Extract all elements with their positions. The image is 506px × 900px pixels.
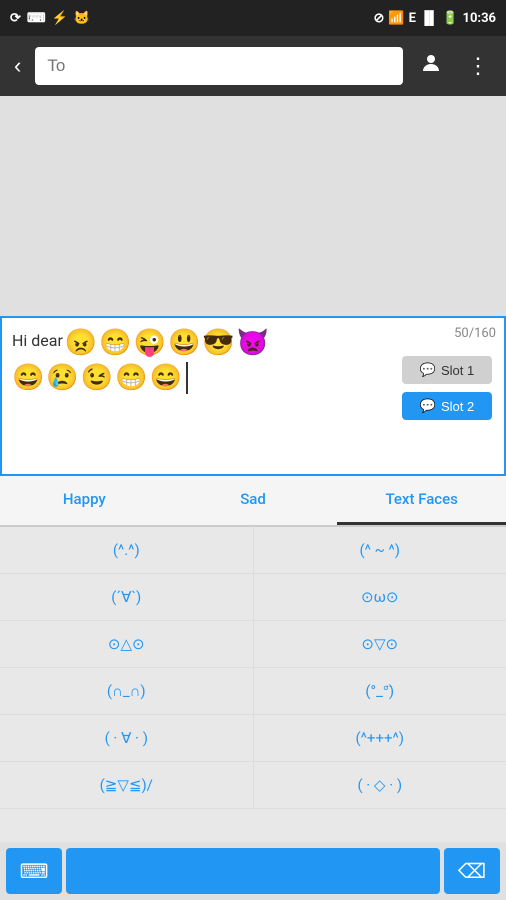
slot1-label: Slot 1 bbox=[441, 363, 474, 378]
emoji-laughcry[interactable]: 😄 bbox=[12, 363, 44, 393]
status-icons: ⟳ ⌨ ⚡ 🐱 bbox=[10, 11, 90, 26]
keyboard-icon: ⌨ bbox=[20, 859, 49, 884]
tab-textfaces[interactable]: Text Faces bbox=[337, 476, 506, 525]
emoji-bigsmile[interactable]: 😃 bbox=[168, 328, 200, 358]
person-icon bbox=[419, 51, 443, 75]
cat-icon: 🐱 bbox=[74, 11, 90, 26]
person-button[interactable] bbox=[411, 47, 451, 85]
faces-row-3: (∩_∩) (°_°̈) bbox=[0, 668, 506, 715]
face-cell-2-left[interactable]: ⊙△⊙ bbox=[0, 621, 254, 668]
back-button[interactable]: ‹ bbox=[8, 47, 27, 85]
keyboard-icon: ⌨ bbox=[27, 11, 46, 26]
faces-row-5: (≧▽≦)/ ( · ◇ · ) bbox=[0, 762, 506, 809]
top-bar: ‹ ⋮ bbox=[0, 36, 506, 96]
face-cell-4-right[interactable]: (^+++^) bbox=[254, 715, 506, 762]
face-cell-5-right[interactable]: ( · ◇ · ) bbox=[254, 762, 506, 809]
status-bar: ⟳ ⌨ ⚡ 🐱 ⊘ 📶 E ▐▌ 🔋 10:36 bbox=[0, 0, 506, 36]
faces-row-2: ⊙△⊙ ⊙▽⊙ bbox=[0, 621, 506, 668]
usb-icon: ⚡ bbox=[52, 11, 68, 26]
slot-area: 💬 Slot 1 💬 Slot 2 bbox=[402, 356, 492, 420]
data-icon: E bbox=[409, 11, 416, 26]
slot2-label: Slot 2 bbox=[441, 399, 474, 414]
face-cell-1-left[interactable]: (´∀`) bbox=[0, 574, 254, 621]
emoji-angry[interactable]: 😠 bbox=[65, 328, 97, 358]
emoji-toothy[interactable]: 😁 bbox=[115, 363, 147, 393]
delete-button[interactable]: ⌫ bbox=[444, 848, 500, 894]
keyboard-toggle-button[interactable]: ⌨ bbox=[6, 848, 62, 894]
emoji-grin[interactable]: 😁 bbox=[99, 328, 131, 358]
status-right-icons: ⊘ 📶 E ▐▌ 🔋 10:36 bbox=[373, 10, 496, 26]
face-cell-3-left[interactable]: (∩_∩) bbox=[0, 668, 254, 715]
faces-row-0: (^.^) (^ ~ ^) bbox=[0, 527, 506, 574]
emoji-grin2[interactable]: 😄 bbox=[150, 363, 182, 393]
message-area bbox=[0, 96, 506, 316]
emoji-cry[interactable]: 😢 bbox=[46, 363, 78, 393]
compose-box: 50/160 Hi dear 😠 😁 😜 😃 😎 👿 😄 😢 😉 😁 😄 bbox=[0, 316, 506, 476]
time-display: 10:36 bbox=[463, 11, 497, 26]
slot2-button[interactable]: 💬 Slot 2 bbox=[402, 392, 492, 420]
slot1-icon: 💬 bbox=[420, 362, 436, 378]
text-input-button[interactable] bbox=[66, 848, 440, 894]
face-cell-4-left[interactable]: ( · ∀ · ) bbox=[0, 715, 254, 762]
faces-row-1: (´∀`) ⊙ω⊙ bbox=[0, 574, 506, 621]
compose-text-area[interactable]: Hi dear 😠 😁 😜 😃 😎 👿 😄 😢 😉 😁 😄 bbox=[12, 328, 402, 394]
tab-sad[interactable]: Sad bbox=[169, 476, 338, 525]
emoji-row-1: Hi dear 😠 😁 😜 😃 😎 👿 bbox=[12, 328, 394, 358]
face-cell-1-right[interactable]: ⊙ω⊙ bbox=[254, 574, 506, 621]
emoji-wink[interactable]: 😜 bbox=[134, 328, 166, 358]
char-counter: 50/160 bbox=[454, 326, 496, 341]
faces-grid: (^.^) (^ ~ ^) (´∀`) ⊙ω⊙ ⊙△⊙ ⊙▽⊙ (∩_∩) (°… bbox=[0, 527, 506, 809]
battery-icon: 🔋 bbox=[442, 11, 458, 26]
face-cell-5-left[interactable]: (≧▽≦)/ bbox=[0, 762, 254, 809]
emoji-row-2: 😄 😢 😉 😁 😄 bbox=[12, 362, 394, 394]
to-input[interactable] bbox=[35, 47, 403, 85]
slot2-icon: 💬 bbox=[420, 398, 436, 414]
tab-happy[interactable]: Happy bbox=[0, 476, 169, 525]
emoji-wink2[interactable]: 😉 bbox=[81, 363, 113, 393]
face-cell-0-right[interactable]: (^ ~ ^) bbox=[254, 527, 506, 574]
slot1-button[interactable]: 💬 Slot 1 bbox=[402, 356, 492, 384]
emoji-sunglasses[interactable]: 😎 bbox=[202, 328, 234, 358]
face-cell-3-right[interactable]: (°_°̈) bbox=[254, 668, 506, 715]
text-cursor bbox=[186, 362, 188, 394]
wifi-icon: 📶 bbox=[388, 11, 404, 26]
delete-icon: ⌫ bbox=[458, 859, 486, 884]
faces-row-4: ( · ∀ · ) (^+++^) bbox=[0, 715, 506, 762]
clock-icon: ⟳ bbox=[10, 11, 21, 26]
menu-button[interactable]: ⋮ bbox=[459, 49, 498, 83]
keyboard-bar: ⌨ ⌫ bbox=[0, 842, 506, 900]
face-cell-0-left[interactable]: (^.^) bbox=[0, 527, 254, 574]
signal-mute-icon: ⊘ bbox=[373, 11, 384, 26]
emoji-red-angry[interactable]: 👿 bbox=[237, 328, 269, 358]
tabs-bar: Happy Sad Text Faces bbox=[0, 476, 506, 527]
face-cell-2-right[interactable]: ⊙▽⊙ bbox=[254, 621, 506, 668]
network-icon: ▐▌ bbox=[420, 10, 438, 26]
compose-text: Hi dear bbox=[12, 331, 63, 350]
